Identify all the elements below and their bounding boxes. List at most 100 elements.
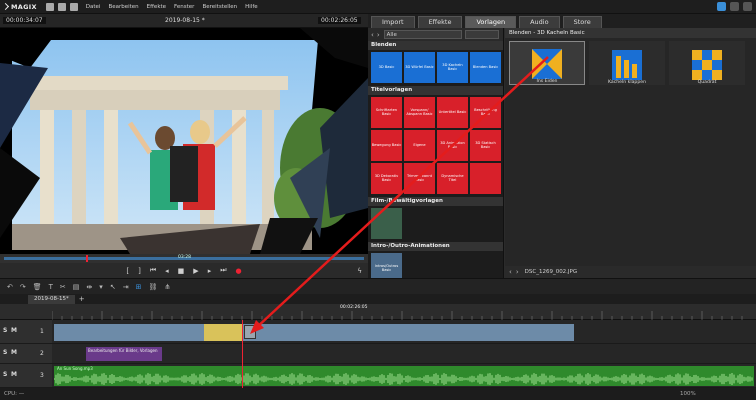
- category-blenden[interactable]: Blenden: [368, 41, 503, 50]
- solo-button[interactable]: S: [3, 349, 7, 356]
- menu-fenster[interactable]: Fenster: [174, 4, 194, 10]
- snap-icon[interactable]: ⊞: [136, 283, 142, 291]
- detail-item[interactable]: Kacheln klappen: [589, 41, 665, 85]
- category-titelvorlagen[interactable]: Titelvorlagen: [368, 86, 503, 95]
- ripple-icon[interactable]: ⇥: [123, 283, 129, 291]
- video-preview[interactable]: [0, 28, 368, 254]
- go-end-icon[interactable]: ⏭: [220, 266, 226, 275]
- track-area-1[interactable]: [52, 320, 756, 344]
- settings-icon[interactable]: [743, 2, 752, 11]
- template-tile[interactable]: 3D Kacheln Basic: [437, 52, 468, 83]
- search-input[interactable]: [464, 30, 499, 39]
- stop-icon[interactable]: ■: [178, 267, 185, 275]
- open-folder-icon[interactable]: [57, 2, 66, 11]
- mark-in-icon[interactable]: [: [126, 267, 129, 275]
- template-tile[interactable]: Beschriftung Basic: [470, 97, 501, 128]
- save-icon[interactable]: [69, 2, 78, 11]
- frame-forward-icon[interactable]: ▸: [208, 267, 212, 275]
- template-tile[interactable]: Bewegung Basic: [371, 130, 402, 161]
- split-icon[interactable]: ⇹: [86, 283, 92, 291]
- project-tab[interactable]: 2019-08-15*: [28, 295, 75, 304]
- play-icon[interactable]: ▶: [193, 267, 198, 275]
- template-tile[interactable]: 3D Basic: [371, 52, 402, 83]
- solo-button[interactable]: S: [3, 371, 7, 378]
- category-film[interactable]: Film-/Bewältigvorlagen: [368, 197, 503, 206]
- category-intro[interactable]: Intro-/Outro-Animationen: [368, 242, 503, 251]
- ruler-ticks: [52, 311, 743, 320]
- template-tile[interactable]: Dynamische Titel: [437, 163, 468, 194]
- menu-bearbeiten[interactable]: Bearbeiten: [108, 4, 138, 10]
- category-dropdown[interactable]: Alle: [383, 30, 462, 39]
- undo-icon[interactable]: ↶: [7, 283, 13, 291]
- template-tile[interactable]: 3D Dekorativ Basic: [371, 163, 402, 194]
- detail-item-label: Ins Eiden: [536, 79, 558, 84]
- back-icon[interactable]: ‹: [371, 31, 374, 39]
- template-tile[interactable]: Schriftarten Basic: [371, 97, 402, 128]
- solo-button[interactable]: S: [3, 327, 7, 334]
- template-tile[interactable]: Vorspann/ Abspann Basic: [404, 97, 435, 128]
- template-tile[interactable]: Trimmerkannt Basic: [404, 163, 435, 194]
- mute-button[interactable]: M: [11, 349, 17, 356]
- link-icon[interactable]: ⛓: [148, 283, 157, 291]
- detail-item-label: Kacheln klappen: [608, 80, 646, 85]
- titel-grid: Schriftarten Basic Vorspann/ Abspann Bas…: [368, 95, 503, 197]
- film-template-tile[interactable]: [371, 208, 402, 239]
- forward-icon[interactable]: ›: [377, 31, 380, 39]
- template-tile[interactable]: 3D Animation Basic: [437, 130, 468, 161]
- frame-back-icon[interactable]: ◂: [165, 267, 169, 275]
- audio-clip[interactable]: An Sun Song.mp3: [54, 366, 754, 386]
- media-pool-tabs: Import Effekte Vorlagen Audio Store: [368, 14, 756, 28]
- mute-button[interactable]: M: [11, 371, 17, 378]
- template-tile[interactable]: Intros/Outros Basic: [371, 253, 402, 278]
- tab-effekte[interactable]: Effekte: [417, 16, 463, 28]
- mute-button[interactable]: M: [11, 327, 17, 334]
- pin-icon[interactable]: [717, 2, 726, 11]
- help-icon[interactable]: [730, 2, 739, 11]
- marker-icon[interactable]: ▾: [99, 283, 103, 291]
- lightning-icon[interactable]: ϟ: [357, 267, 362, 275]
- cut-icon[interactable]: ✂: [60, 283, 66, 291]
- transport-bar: [ ] ⏮ ◂ ■ ▶ ▸ ⏭ ● ϟ: [0, 263, 368, 278]
- template-tile[interactable]: 3D Statisch Basic: [470, 130, 501, 161]
- redo-icon[interactable]: ↷: [20, 283, 26, 291]
- go-start-icon[interactable]: ⏮: [150, 266, 156, 275]
- detail-item[interactable]: Quadrat: [669, 41, 745, 85]
- template-tile[interactable]: Untertitel Basic: [437, 97, 468, 128]
- tab-audio[interactable]: Audio: [519, 16, 560, 28]
- tab-store[interactable]: Store: [562, 16, 602, 28]
- new-file-icon[interactable]: [45, 2, 54, 11]
- template-tile[interactable]: Eigene: [404, 130, 435, 161]
- track-area-3[interactable]: An Sun Song.mp3: [52, 364, 756, 388]
- brand-label: MAGIX: [11, 2, 37, 11]
- back-icon[interactable]: ‹: [509, 268, 512, 276]
- selected-clip[interactable]: [204, 324, 242, 341]
- detail-item[interactable]: Ins Eiden: [509, 41, 585, 85]
- template-tile[interactable]: 3D Würfel Basic: [404, 52, 435, 83]
- mark-out-icon[interactable]: ]: [138, 267, 141, 275]
- title-clip[interactable]: Bearbeitungen für Bilder, Vorlagen: [86, 347, 162, 361]
- add-tab-icon[interactable]: +: [79, 295, 85, 304]
- record-icon[interactable]: ●: [236, 267, 242, 275]
- mode-icon[interactable]: ⋔: [164, 283, 170, 291]
- template-tile[interactable]: Blenden Basic: [470, 52, 501, 83]
- timeline-playhead[interactable]: [242, 320, 243, 388]
- timeline-ruler[interactable]: 00:02:26:05: [0, 304, 756, 320]
- text-icon[interactable]: T: [49, 283, 53, 291]
- group-icon[interactable]: ▤: [73, 283, 80, 291]
- scrub-playhead[interactable]: [86, 255, 88, 262]
- delete-icon[interactable]: 🗑: [33, 283, 42, 291]
- zoom-level[interactable]: 100%: [680, 391, 696, 397]
- kacheln-x-icon: [532, 49, 562, 79]
- pointer-icon[interactable]: ↖: [110, 283, 116, 291]
- preview-scrubber[interactable]: 03:28: [0, 254, 368, 263]
- menu-hilfe[interactable]: Hilfe: [245, 4, 258, 10]
- template-tile[interactable]: [470, 163, 501, 194]
- tab-vorlagen[interactable]: Vorlagen: [465, 16, 517, 28]
- menu-bereitstellen[interactable]: Bereitstellen: [202, 4, 237, 10]
- menu-effekte[interactable]: Effekte: [147, 4, 166, 10]
- video-clip-strip[interactable]: [54, 324, 574, 341]
- forward-icon[interactable]: ›: [516, 268, 519, 276]
- track-area-2[interactable]: Bearbeitungen für Bilder, Vorlagen: [52, 344, 756, 364]
- menu-datei[interactable]: Datei: [86, 4, 101, 10]
- tab-import[interactable]: Import: [371, 16, 415, 28]
